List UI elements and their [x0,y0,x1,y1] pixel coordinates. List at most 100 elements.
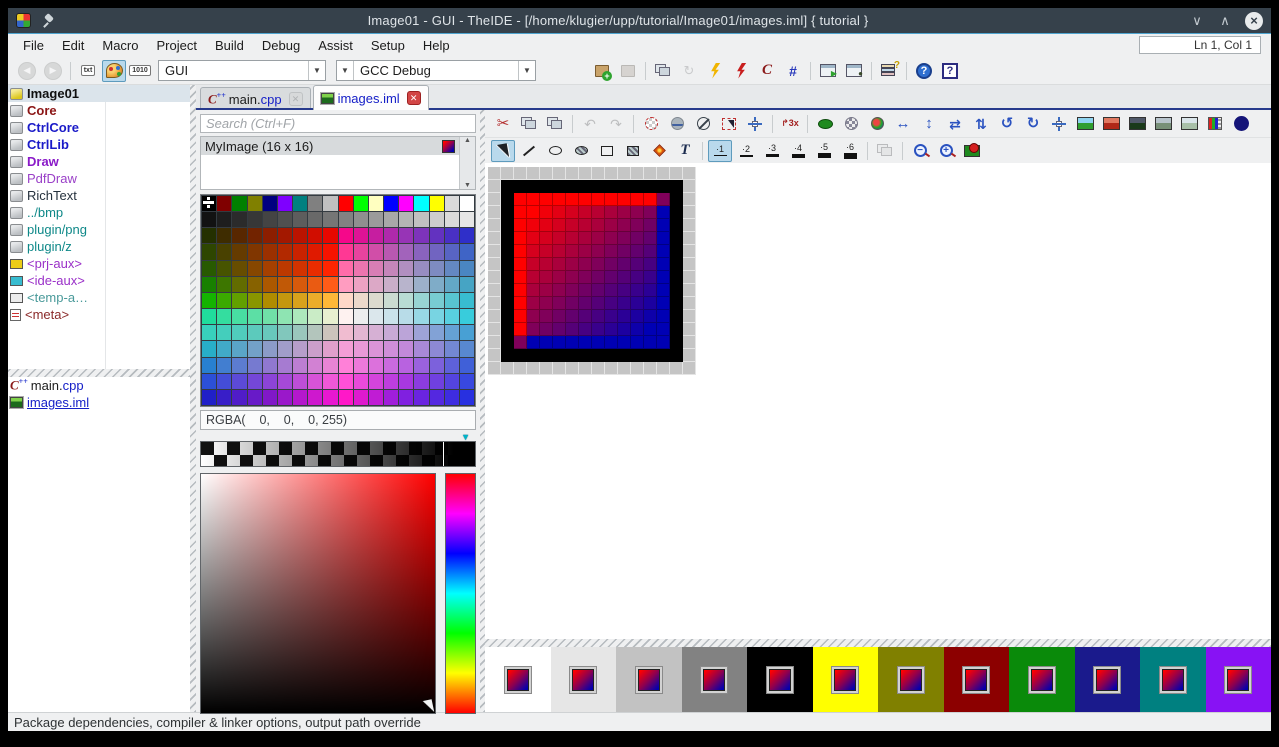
palette-cell[interactable] [278,309,292,324]
package-button[interactable] [616,60,640,82]
preprocess-button[interactable]: C [755,60,779,82]
palette-cell[interactable] [414,390,428,405]
package-item-richtext[interactable]: RichText [8,187,190,204]
palette-cell[interactable] [293,374,307,389]
menu-help[interactable]: Help [414,35,459,56]
menu-build[interactable]: Build [206,35,253,56]
palette-cell[interactable] [460,277,474,292]
palette-cell[interactable] [460,309,474,324]
palette-cell[interactable] [430,261,444,276]
palette-cell[interactable] [263,228,277,243]
palette-cell[interactable] [263,390,277,405]
menu-setup[interactable]: Setup [362,35,414,56]
palette-cell[interactable] [460,228,474,243]
fill-tool-button[interactable] [647,140,671,162]
palette-cell[interactable] [399,390,413,405]
palette-cell[interactable] [293,196,307,211]
pen-2-button[interactable]: ·2 [734,140,758,162]
stretch-horz-button[interactable]: ↔ [891,113,915,135]
palette-cell[interactable] [414,293,428,308]
smooth-button[interactable] [1229,113,1253,135]
edit-as-text-button[interactable]: txt [76,60,100,82]
palette-cell[interactable] [248,390,262,405]
palette-cell[interactable] [217,261,231,276]
palette-cell[interactable] [354,228,368,243]
palette-cell[interactable] [202,341,216,356]
palette-cell[interactable] [384,277,398,292]
palette-cell[interactable] [232,325,246,340]
palette-cell[interactable] [293,309,307,324]
palette-cell[interactable] [232,261,246,276]
palette-cell[interactable] [248,196,262,211]
fill-transparent-button[interactable] [839,113,863,135]
palette-cell[interactable] [414,244,428,259]
palette-cell[interactable] [445,390,459,405]
palette-cell[interactable] [232,374,246,389]
stretch-vert-button[interactable]: ↕ [917,113,941,135]
palette-cell[interactable] [308,325,322,340]
scroll-down-icon[interactable]: ▼ [464,182,471,189]
palette-cell[interactable] [354,212,368,227]
palette-cell[interactable] [248,358,262,373]
palette-cell[interactable] [460,341,474,356]
package-item-ctrllib[interactable]: CtrlLib [8,136,190,153]
palette-cell[interactable] [202,358,216,373]
palette-cell[interactable] [202,196,216,211]
palette-cell[interactable] [323,244,337,259]
palette-cell[interactable] [430,374,444,389]
palette-cell[interactable] [202,309,216,324]
palette-cell[interactable] [232,293,246,308]
text-tool-button[interactable]: T [673,140,697,162]
palette-cell[interactable] [339,196,353,211]
palette-cell[interactable] [430,325,444,340]
palette-cell[interactable] [232,228,246,243]
zoom-in-button[interactable]: + [934,140,958,162]
menu-macro[interactable]: Macro [93,35,147,56]
palette-cell[interactable] [308,390,322,405]
palette-cell[interactable] [293,358,307,373]
palette-cell[interactable] [384,293,398,308]
palette-cell[interactable] [263,374,277,389]
palette-cell[interactable] [369,309,383,324]
palette-cell[interactable] [354,196,368,211]
export-project-button[interactable] [651,60,675,82]
package-item-plugin-z[interactable]: plugin/z [8,238,190,255]
palette-cell[interactable] [202,293,216,308]
palette-cell[interactable] [399,277,413,292]
colorize-dark-button[interactable] [1125,113,1149,135]
resize-3x-button[interactable]: ↱3x [778,113,802,135]
maximize-button[interactable]: ∧ [1215,13,1235,29]
back-button[interactable]: ◀ [15,60,39,82]
build-button[interactable] [703,60,727,82]
palette-cell[interactable] [263,196,277,211]
topics-button[interactable]: ? [877,60,901,82]
palette-cell[interactable] [369,196,383,211]
palette-cell[interactable] [308,358,322,373]
rect-tool-button[interactable] [595,140,619,162]
palette-cell[interactable] [445,261,459,276]
palette-cell[interactable] [384,196,398,211]
package-item--bmp[interactable]: ../bmp [8,204,190,221]
palette-cell[interactable] [384,374,398,389]
palette-cell[interactable] [354,358,368,373]
palette-cell[interactable] [460,244,474,259]
palette-cell[interactable] [445,309,459,324]
palette-cell[interactable] [278,325,292,340]
palette-cell[interactable] [263,358,277,373]
palette-cell[interactable] [293,325,307,340]
palette-cell[interactable] [232,244,246,259]
palette-cell[interactable] [323,228,337,243]
palette-cell[interactable] [445,325,459,340]
palette-cell[interactable] [384,244,398,259]
color-palette[interactable] [200,194,476,407]
palette-cell[interactable] [308,374,322,389]
palette-cell[interactable] [217,309,231,324]
palette-cell[interactable] [217,212,231,227]
palette-cell[interactable] [278,212,292,227]
palette-cell[interactable] [263,261,277,276]
palette-cell[interactable] [384,341,398,356]
palette-cell[interactable] [445,374,459,389]
palette-cell[interactable] [445,212,459,227]
mirror-vert-button[interactable]: ⇅ [969,113,993,135]
pen-1-button[interactable]: ·1 [708,140,732,162]
